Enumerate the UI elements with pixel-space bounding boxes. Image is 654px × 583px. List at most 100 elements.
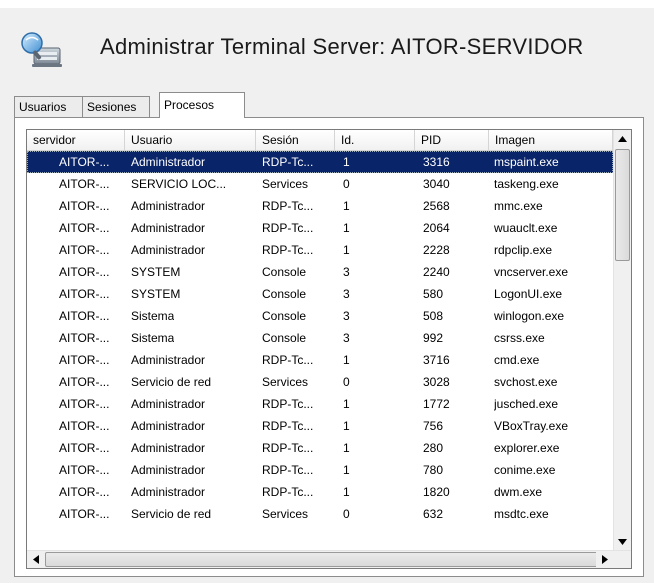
page-title: Administrar Terminal Server: AITOR-SERVI… <box>100 34 584 59</box>
column-header-pid[interactable]: PID <box>415 130 489 150</box>
cell-imagen: dwm.exe <box>494 485 543 499</box>
cell-imagen: jusched.exe <box>494 397 559 411</box>
table-row[interactable]: AITOR-... Administrador RDP-Tc... 1 2228 rdpc… <box>27 239 613 261</box>
cell-servidor: AITOR-... <box>59 463 110 477</box>
table-row[interactable]: AITOR-... Administrador RDP-Tc... 1 2064 wuau… <box>27 217 613 239</box>
cell-pid: 2064 <box>423 221 450 235</box>
table-row[interactable]: AITOR-... Administrador RDP-Tc... 1 756 VBoxT… <box>27 415 613 437</box>
tab-sesiones[interactable]: Sesiones <box>82 96 150 117</box>
cell-id: 1 <box>343 485 350 499</box>
cell-pid: 1820 <box>423 485 450 499</box>
tab-usuarios[interactable]: Usuarios <box>14 96 84 117</box>
cell-usuario: Servicio de red <box>131 507 212 521</box>
vertical-scrollbar[interactable] <box>613 130 631 550</box>
horizontal-scroll-thumb[interactable] <box>45 552 605 567</box>
cell-servidor: AITOR-... <box>59 287 110 301</box>
cell-servidor: AITOR-... <box>59 441 110 455</box>
cell-pid: 632 <box>423 507 444 521</box>
terminal-server-icon <box>18 30 64 70</box>
cell-servidor: AITOR-... <box>59 221 110 235</box>
cell-imagen: rdpclip.exe <box>494 243 553 257</box>
cell-sesion: RDP-Tc... <box>262 441 314 455</box>
cell-servidor: AITOR-... <box>59 331 110 345</box>
cell-pid: 508 <box>423 309 444 323</box>
table-row[interactable]: AITOR-... Administrador RDP-Tc... 1 1820 dwm.… <box>27 481 613 503</box>
cell-servidor: AITOR-... <box>59 309 110 323</box>
cell-pid: 992 <box>423 331 444 345</box>
table-row[interactable]: AITOR-... Administrador RDP-Tc... 1 3716 cmd.… <box>27 349 613 371</box>
table-row[interactable]: AITOR-... SYSTEM Console 3 580 LogonUI.exe <box>27 283 613 305</box>
scroll-right-arrow-icon[interactable] <box>596 551 613 568</box>
cell-imagen: csrss.exe <box>494 331 545 345</box>
tab-procesos[interactable]: Procesos <box>159 92 245 118</box>
cell-sesion: RDP-Tc... <box>262 199 314 213</box>
cell-usuario: Administrador <box>131 397 206 411</box>
cell-id: 1 <box>343 463 350 477</box>
cell-servidor: AITOR-... <box>59 177 110 191</box>
table-row[interactable]: AITOR-... SERVICIO LOC... Services 0 3040 tas… <box>27 173 613 195</box>
cell-sesion: RDP-Tc... <box>262 155 314 169</box>
column-header-imagen[interactable]: Imagen <box>489 130 613 150</box>
vertical-scroll-thumb[interactable] <box>615 149 630 261</box>
cell-sesion: Console <box>262 331 307 345</box>
scroll-down-arrow-icon[interactable] <box>614 533 631 550</box>
table-row[interactable]: AITOR-... Administrador RDP-Tc... 1 3316 mspa… <box>27 151 613 173</box>
cell-servidor: AITOR-... <box>59 419 110 433</box>
table-row[interactable]: AITOR-... Administrador RDP-Tc... 1 780 conim… <box>27 459 613 481</box>
cell-id: 1 <box>343 397 350 411</box>
cell-sesion: Console <box>262 265 307 279</box>
cell-id: 3 <box>343 265 350 279</box>
cell-id: 1 <box>343 353 350 367</box>
cell-servidor: AITOR-... <box>59 243 110 257</box>
column-header-servidor[interactable]: servidor <box>27 130 125 150</box>
cell-sesion: Services <box>262 507 309 521</box>
cell-id: 0 <box>343 375 350 389</box>
scroll-left-arrow-icon[interactable] <box>27 551 44 568</box>
cell-pid: 3716 <box>423 353 450 367</box>
top-strip <box>0 0 654 8</box>
cell-pid: 580 <box>423 287 444 301</box>
table-row[interactable]: AITOR-... SYSTEM Console 3 2240 vncserver.exe <box>27 261 613 283</box>
cell-pid: 3040 <box>423 177 450 191</box>
cell-pid: 2228 <box>423 243 450 257</box>
column-header-id[interactable]: Id. <box>335 130 415 150</box>
cell-usuario: Administrador <box>131 353 206 367</box>
cell-usuario: SYSTEM <box>131 287 181 301</box>
cell-usuario: Administrador <box>131 419 206 433</box>
cell-pid: 3028 <box>423 375 450 389</box>
cell-servidor: AITOR-... <box>59 507 110 521</box>
scroll-up-arrow-icon[interactable] <box>614 130 631 147</box>
table-row[interactable]: AITOR-... Servicio de red Services 0 3028 svc… <box>27 371 613 393</box>
scrollbar-corner <box>614 551 631 568</box>
cell-pid: 780 <box>423 463 444 477</box>
processes-listview[interactable]: servidor Usuario Sesión Id. PID Imagen A… <box>26 129 632 569</box>
cell-sesion: RDP-Tc... <box>262 485 314 499</box>
table-row[interactable]: AITOR-... Sistema Console 3 508 winlogon.exe <box>27 305 613 327</box>
cell-sesion: Console <box>262 309 307 323</box>
cell-servidor: AITOR-... <box>59 265 110 279</box>
cell-id: 1 <box>343 243 350 257</box>
column-header-usuario[interactable]: Usuario <box>125 130 256 150</box>
table-row[interactable]: AITOR-... Administrador RDP-Tc... 1 2568 mmc.… <box>27 195 613 217</box>
cell-servidor: AITOR-... <box>59 353 110 367</box>
table-row[interactable]: AITOR-... Servicio de red Services 0 632 msdt… <box>27 503 613 525</box>
cell-imagen: LogonUI.exe <box>494 287 563 301</box>
processes-panel: servidor Usuario Sesión Id. PID Imagen A… <box>14 117 644 577</box>
column-header-sesion[interactable]: Sesión <box>256 130 335 150</box>
cell-usuario: SYSTEM <box>131 265 181 279</box>
horizontal-scrollbar[interactable] <box>27 550 631 568</box>
table-row[interactable]: AITOR-... Administrador RDP-Tc... 1 280 explo… <box>27 437 613 459</box>
table-row[interactable]: AITOR-... Sistema Console 3 992 csrss.exe <box>27 327 613 349</box>
cell-sesion: Console <box>262 287 307 301</box>
cell-servidor: AITOR-... <box>59 397 110 411</box>
cell-pid: 2568 <box>423 199 450 213</box>
cell-pid: 3316 <box>423 155 450 169</box>
cell-imagen: wuauclt.exe <box>494 221 558 235</box>
cell-usuario: Administrador <box>131 155 206 169</box>
cell-id: 3 <box>343 331 350 345</box>
cell-pid: 2240 <box>423 265 450 279</box>
cell-servidor: AITOR-... <box>59 375 110 389</box>
table-row[interactable]: AITOR-... Administrador RDP-Tc... 1 1772 jusc… <box>27 393 613 415</box>
cell-sesion: RDP-Tc... <box>262 419 314 433</box>
cell-id: 0 <box>343 177 350 191</box>
